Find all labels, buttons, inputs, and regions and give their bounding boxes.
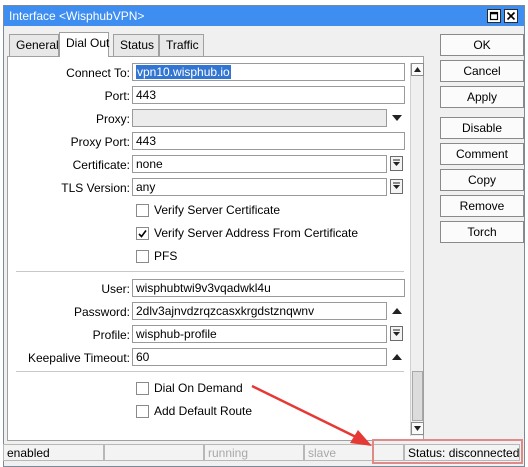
tab-dial-out[interactable]: Dial Out	[59, 32, 109, 57]
annotation-arrow	[251, 384, 372, 446]
